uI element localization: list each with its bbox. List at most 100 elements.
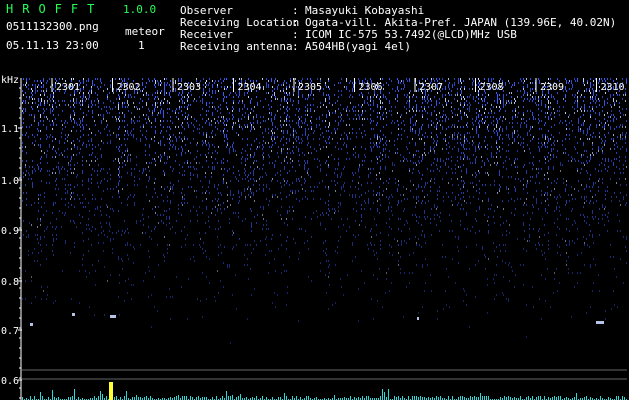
noise-dot <box>442 148 443 150</box>
noise-dot <box>574 108 575 110</box>
noise-dot <box>127 106 128 108</box>
noise-dot <box>440 160 441 162</box>
noise-dot <box>184 102 185 104</box>
noise-dot <box>110 240 111 242</box>
noise-dot <box>448 196 449 198</box>
noise-dot <box>499 138 500 140</box>
noise-dot <box>158 82 159 84</box>
noise-dot <box>595 216 596 218</box>
noise-dot <box>449 230 450 232</box>
noise-dot <box>424 234 425 236</box>
noise-dot <box>436 208 437 210</box>
noise-dot <box>362 110 363 112</box>
noise-dot <box>596 200 597 202</box>
noise-dot <box>307 98 308 100</box>
noise-dot <box>325 252 326 254</box>
noise-dot <box>41 100 42 102</box>
noise-dot <box>593 110 594 112</box>
noise-dot <box>410 190 411 192</box>
noise-dot <box>461 98 462 100</box>
noise-dot <box>545 106 546 108</box>
noise-dot <box>188 166 189 168</box>
noise-dot <box>446 172 447 174</box>
noise-dot <box>245 196 246 198</box>
noise-dot <box>506 188 507 190</box>
noise-dot <box>557 226 558 228</box>
noise-dot <box>146 130 147 132</box>
noise-dot <box>392 164 393 166</box>
noise-dot <box>164 78 165 80</box>
noise-dot <box>482 122 483 124</box>
noise-dot <box>202 140 203 142</box>
noise-dot <box>268 204 269 206</box>
noise-dot <box>40 116 41 118</box>
noise-dot <box>580 138 581 140</box>
noise-dot <box>404 240 405 242</box>
noise-dot <box>605 318 606 320</box>
noise-dot <box>142 172 143 174</box>
noise-dot <box>302 152 303 154</box>
noise-dot <box>512 84 513 86</box>
noise-dot <box>170 144 171 146</box>
noise-dot <box>284 112 285 114</box>
noise-dot <box>161 82 162 84</box>
noise-dot <box>158 222 159 224</box>
noise-dot <box>409 170 410 172</box>
noise-dot <box>436 78 437 80</box>
noise-dot <box>604 134 605 136</box>
noise-dot <box>362 96 363 98</box>
noise-dot <box>514 130 515 132</box>
noise-dot <box>592 216 593 218</box>
noise-dot <box>238 134 239 136</box>
noise-dot <box>592 212 593 214</box>
noise-dot <box>185 244 186 246</box>
noise-dot <box>95 160 96 162</box>
noise-dot <box>202 100 203 102</box>
noise-dot <box>292 160 293 162</box>
noise-dot <box>584 198 585 200</box>
noise-dot <box>476 108 477 110</box>
noise-dot <box>353 148 354 150</box>
noise-dot <box>164 152 165 154</box>
noise-dot <box>127 254 128 256</box>
noise-dot <box>551 134 552 136</box>
noise-dot <box>530 176 531 178</box>
noise-dot <box>157 80 158 82</box>
noise-dot <box>274 132 275 134</box>
noise-dot <box>34 116 35 118</box>
noise-dot <box>293 238 294 240</box>
noise-dot <box>187 318 188 320</box>
noise-dot <box>175 112 176 114</box>
noise-dot <box>26 126 27 128</box>
noise-dot <box>586 196 587 198</box>
noise-dot <box>253 184 254 186</box>
noise-dot <box>239 110 240 112</box>
noise-dot <box>80 90 81 92</box>
noise-dot <box>31 114 32 116</box>
noise-dot <box>455 94 456 96</box>
noise-dot <box>268 272 269 274</box>
noise-dot <box>223 182 224 184</box>
noise-dot <box>209 226 210 228</box>
noise-dot <box>373 146 374 148</box>
noise-dot <box>202 272 203 274</box>
noise-dot <box>235 92 236 94</box>
noise-dot <box>368 248 369 250</box>
noise-dot <box>614 102 615 104</box>
noise-dot <box>140 220 141 222</box>
noise-dot <box>578 122 579 124</box>
noise-dot <box>313 198 314 200</box>
noise-dot <box>157 310 158 312</box>
noise-dot <box>410 122 411 124</box>
noise-dot <box>184 106 185 108</box>
noise-dot <box>484 162 485 164</box>
noise-dot <box>290 126 291 128</box>
noise-dot <box>139 170 140 172</box>
noise-dot <box>464 102 465 104</box>
noise-dot <box>434 126 435 128</box>
noise-dot <box>610 96 611 98</box>
noise-dot <box>52 244 53 246</box>
noise-dot <box>133 102 134 104</box>
noise-dot <box>173 192 174 194</box>
noise-dot <box>593 90 594 92</box>
